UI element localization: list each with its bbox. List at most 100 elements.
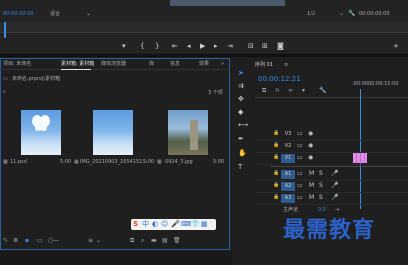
chevron-down-icon[interactable]: ⌄ [339,11,344,17]
list-view-icon[interactable]: ≣ [13,238,18,244]
voice-icon[interactable]: 🎤 [171,221,180,228]
overwrite-icon[interactable]: ⊞ [262,43,268,50]
fit-dropdown[interactable]: 适合 [50,12,60,17]
selection-tool-icon[interactable]: ➤ [238,70,244,77]
image-icon: ▦ [3,159,8,165]
marker-icon[interactable]: ▾ [122,43,126,50]
panel-divider[interactable] [0,54,408,57]
eye-icon[interactable]: ◉ [308,143,313,149]
mute-button[interactable]: M [309,171,314,177]
master-volume[interactable]: 0.0 [318,208,326,213]
solo-button[interactable]: S [319,183,323,189]
insert-icon[interactable]: ⊟ [248,43,254,50]
track-label-a3[interactable]: A3 [281,194,295,203]
track-label-v3[interactable]: V3 [281,130,295,139]
ime-brand-icon[interactable]: S [133,221,138,228]
lock-icon[interactable]: 🔒 [273,155,279,160]
eye-icon[interactable]: ◉ [308,131,313,137]
source-timecode[interactable]: 00:00:00:00 [3,12,34,17]
sync-lock-icon[interactable]: ▭ [297,171,303,177]
scale-dropdown[interactable]: 1/2 [307,12,315,17]
razor-icon[interactable]: ◆ [238,109,243,116]
trash-icon[interactable]: 🗑 [173,238,181,244]
sequence-tab[interactable]: 序列 01 [255,63,273,68]
source-ruler[interactable] [0,22,408,33]
go-to-in-icon[interactable]: ⇤ [172,43,178,50]
go-to-out-icon[interactable]: ⇥ [227,43,233,50]
type-tool-icon[interactable]: T [238,164,242,171]
lock-icon[interactable]: 🔒 [273,195,279,200]
mark-out-icon[interactable]: } [155,43,159,50]
sync-lock-icon[interactable]: ▭ [297,183,303,189]
tab-project[interactable]: 项目: 未命名 [3,62,31,67]
search-icon[interactable]: ⌕ [141,238,144,244]
ruler-end-time: 00:00:15:00 [368,81,399,87]
slip-icon[interactable]: ⟷ [238,122,248,129]
panel-overflow-icon[interactable]: » [221,62,224,67]
search-icon[interactable]: ⌕ [3,90,6,95]
thumbnail-0924-3[interactable] [168,110,208,155]
freeform-view-icon[interactable]: ▭ [37,238,43,244]
lock-icon[interactable]: 🔒 [273,183,279,188]
tab-info[interactable]: 信息 [170,62,180,67]
camera-icon[interactable]: ◙ [277,43,284,50]
wrench-icon[interactable]: 🔧 [348,11,355,17]
track-label-v2[interactable]: V2 [281,142,295,151]
icon-view-icon[interactable]: ▪ [25,238,29,244]
solo-button[interactable]: S [319,195,323,201]
mute-button[interactable]: M [309,195,314,201]
sequence-timecode[interactable]: 00:00:12:21 [258,76,301,83]
mute-button[interactable]: M [309,183,314,189]
timeline-ruler[interactable] [255,89,408,98]
mic-icon[interactable]: 🎤 [331,195,338,201]
track-select-icon[interactable]: ⇉ [238,83,244,90]
sync-lock-icon[interactable]: ▭ [297,131,303,137]
thumbnail-11-psd[interactable] [21,110,61,155]
grid-icon[interactable]: ▦ [201,221,208,228]
hand-icon[interactable]: ✋ [238,150,247,157]
mark-in-icon[interactable]: { [140,43,144,50]
play-icon[interactable]: ▶ [200,43,205,50]
source-playhead[interactable] [4,22,6,38]
new-item-icon[interactable]: ▤ [162,238,168,244]
add-button-icon[interactable]: + [393,43,399,50]
thumbnail-img[interactable] [93,110,133,155]
av-divider [270,166,408,167]
skin-icon[interactable]: 👕 [191,221,200,228]
mic-icon[interactable]: 🎤 [331,183,338,189]
tab-bin[interactable]: 素材箱: 素材箱 [61,62,94,67]
pencil-icon[interactable]: ✎ [3,238,8,244]
sync-lock-icon[interactable]: ▭ [297,195,303,201]
track-label-v1[interactable]: V1 [281,154,295,163]
keyboard-icon[interactable]: ⌨ [181,221,191,228]
lock-icon[interactable]: 🔒 [273,171,279,176]
automate-icon[interactable]: ⧉ [130,238,134,244]
step-back-icon[interactable]: ◂ [187,43,191,50]
master-go-to-icon[interactable]: ⇥ [335,208,339,213]
chevron-down-icon[interactable]: ⌄ [96,238,101,244]
punctuation-icon[interactable]: ◐ [152,221,158,228]
sync-lock-icon[interactable]: ▭ [297,155,303,161]
ripple-edit-icon[interactable]: ✥ [238,96,244,103]
emoji-icon[interactable]: ☺ [161,221,168,228]
video-clip[interactable] [353,153,367,163]
chevron-down-icon[interactable]: ⌄ [86,11,91,17]
tab-media-browser[interactable]: 媒体浏览器 [101,62,126,67]
track-label-a1[interactable]: A1 [281,170,295,179]
step-forward-icon[interactable]: ▸ [214,43,218,50]
sort-icon[interactable]: ≡ [88,238,93,244]
pen-icon[interactable]: ✒ [238,136,244,143]
tab-library[interactable]: 库 [149,62,154,67]
zoom-slider[interactable]: ○— [48,238,59,244]
track-label-a2[interactable]: A2 [281,182,295,191]
solo-button[interactable]: S [319,171,323,177]
tab-effects[interactable]: 效果 [199,62,209,67]
sync-lock-icon[interactable]: ▭ [297,143,303,149]
ime-mode-label[interactable]: 中 [142,221,149,228]
mic-icon[interactable]: 🎤 [331,171,338,177]
lock-icon[interactable]: 🔒 [273,131,279,136]
panel-menu-icon[interactable]: ≡ [284,63,288,68]
lock-icon[interactable]: 🔒 [273,143,279,148]
new-bin-icon[interactable]: ▬ [151,238,157,244]
eye-icon[interactable]: ◉ [308,155,313,161]
